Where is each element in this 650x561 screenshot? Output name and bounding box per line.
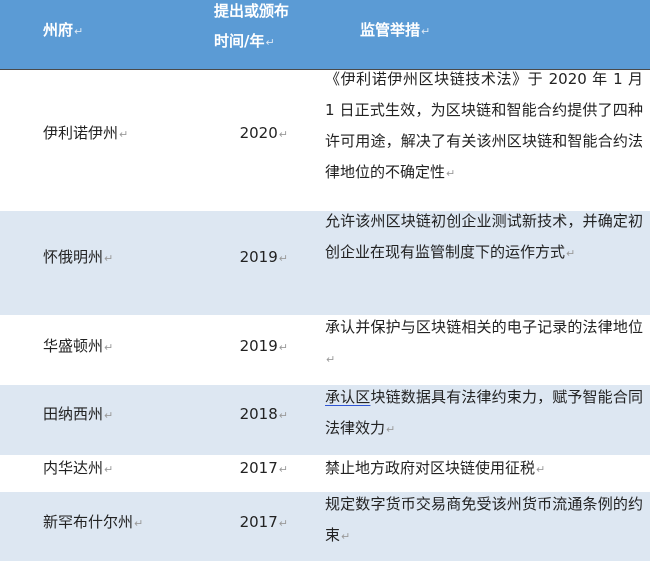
measure-cell: 允许该州区块链初创企业测试新技术，并确定初创企业在现有监管制度下的运作方式↵ bbox=[325, 212, 643, 261]
header-state: 州府↵ bbox=[43, 21, 84, 39]
year-cell: 2019↵ bbox=[239, 337, 288, 355]
paragraph-mark-icon: ↵ bbox=[536, 463, 546, 476]
regulation-table: 州府↵ 提出或颁布 时间/年↵ 监管举措↵ 伊利诺伊州↵ 2020↵ 《伊利诺伊州… bbox=[0, 0, 650, 561]
paragraph-mark-icon: ↵ bbox=[278, 409, 288, 422]
paragraph-mark-icon: ↵ bbox=[421, 25, 431, 38]
underlined-text: 承认区 bbox=[325, 388, 371, 406]
paragraph-mark-icon: ↵ bbox=[278, 252, 288, 265]
paragraph-mark-icon: ↵ bbox=[265, 36, 275, 49]
paragraph-mark-icon: ↵ bbox=[341, 530, 351, 543]
table-row: 伊利诺伊州↵ 2020↵ 《伊利诺伊州区块链技术法》于 2020 年 1 月 1… bbox=[0, 70, 650, 211]
measure-cell: 《伊利诺伊州区块链技术法》于 2020 年 1 月 1 日正式生效，为区块链和智… bbox=[325, 70, 643, 181]
paragraph-mark-icon: ↵ bbox=[278, 517, 288, 530]
table-row: 华盛顿州↵ 2019↵ 承认并保护与区块链相关的电子记录的法律地位↵ bbox=[0, 315, 650, 385]
table-row: 新罕布什尔州↵ 2017↵ 规定数字货币交易商免受该州货币流通条例的约束↵ bbox=[0, 492, 650, 561]
paragraph-mark-icon: ↵ bbox=[278, 341, 288, 354]
year-cell: 2020↵ bbox=[239, 124, 288, 142]
paragraph-mark-icon: ↵ bbox=[326, 353, 336, 366]
paragraph-mark-icon: ↵ bbox=[278, 128, 288, 141]
table-row: 怀俄明州↵ 2019↵ 允许该州区块链初创企业测试新技术，并确定初创企业在现有监… bbox=[0, 211, 650, 315]
measure-cell: 禁止地方政府对区块链使用征税↵ bbox=[325, 459, 546, 477]
table-header: 州府↵ 提出或颁布 时间/年↵ 监管举措↵ bbox=[0, 0, 650, 69]
paragraph-mark-icon: ↵ bbox=[386, 423, 396, 436]
paragraph-mark-icon: ↵ bbox=[74, 25, 84, 38]
header-measures: 监管举措↵ bbox=[360, 21, 431, 39]
paragraph-mark-icon: ↵ bbox=[566, 247, 576, 260]
header-year: 提出或颁布 时间/年↵ bbox=[214, 2, 290, 50]
measure-cell: 承认并保护与区块链相关的电子记录的法律地位↵ bbox=[325, 318, 643, 366]
paragraph-mark-icon: ↵ bbox=[446, 167, 456, 180]
table-row: 田纳西州↵ 2018↵ 承认区块链数据具有法律约束力，赋予智能合同法律效力↵ bbox=[0, 385, 650, 455]
year-cell: 2017↵ bbox=[239, 513, 288, 531]
year-cell: 2019↵ bbox=[239, 248, 288, 266]
table-row: 内华达州↵ 2017↵ 禁止地方政府对区块链使用征税↵ bbox=[0, 455, 650, 492]
year-cell: 2018↵ bbox=[239, 405, 288, 423]
measure-cell: 规定数字货币交易商免受该州货币流通条例的约束↵ bbox=[325, 495, 643, 544]
measure-cell: 承认区块链数据具有法律约束力，赋予智能合同法律效力↵ bbox=[325, 388, 643, 437]
year-cell: 2017↵ bbox=[239, 459, 288, 477]
paragraph-mark-icon: ↵ bbox=[278, 463, 288, 476]
